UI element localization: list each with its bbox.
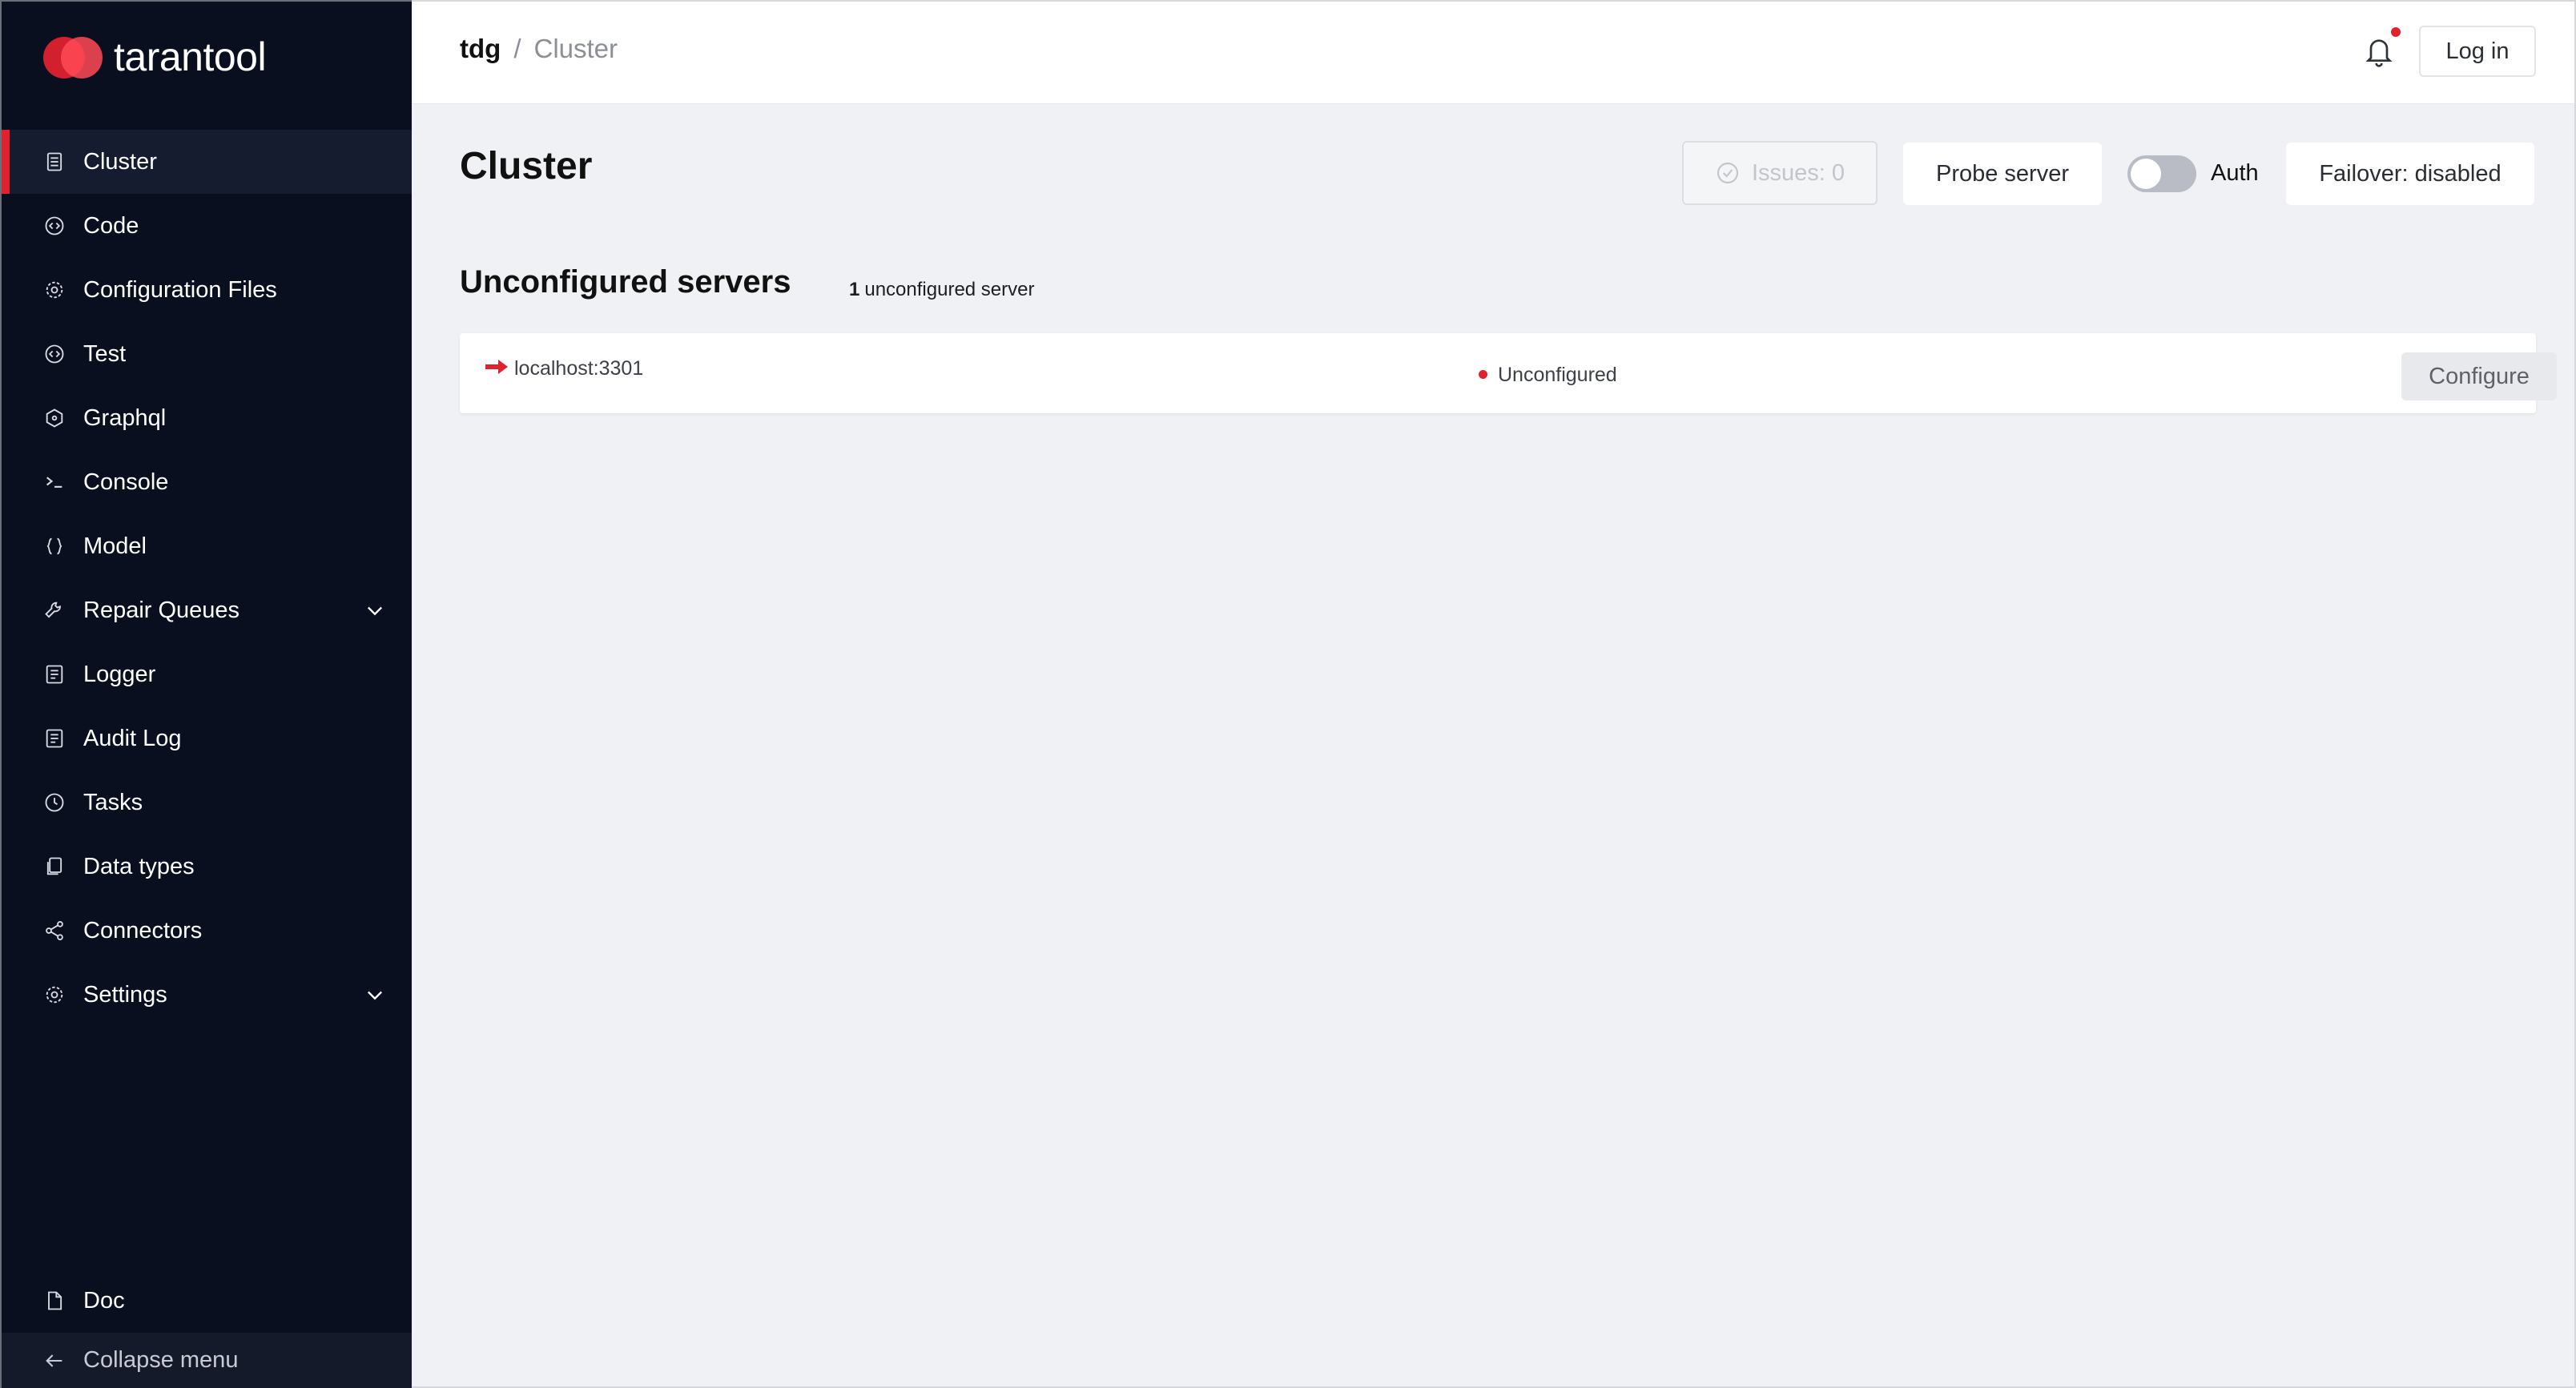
main-content: Cluster Issues: 0 Probe server Auth Fail…	[412, 104, 2576, 1388]
tarantool-logo-icon	[38, 29, 107, 85]
section-count-number: 1	[849, 279, 860, 300]
braces-icon	[43, 535, 66, 557]
arrow-left-icon	[43, 1350, 66, 1372]
sidebar-item-label: Logger	[83, 661, 156, 687]
top-header: tdg / Cluster Log in	[412, 0, 2576, 104]
issues-button[interactable]: Issues: 0	[1682, 141, 1878, 205]
wrench-icon	[43, 599, 66, 622]
notification-dot	[2391, 27, 2401, 37]
clock-icon	[43, 791, 66, 814]
collapse-menu-label: Collapse menu	[83, 1347, 239, 1373]
sidebar-item-label: Cluster	[83, 148, 157, 175]
sidebar-item-label: Test	[83, 340, 127, 367]
sidebar-item-graphql[interactable]: Graphql	[2, 386, 412, 450]
sidebar-item-label: Code	[83, 212, 139, 239]
sidebar-item-label: Model	[83, 533, 147, 559]
sidebar-item-doc[interactable]: Doc	[2, 1269, 412, 1333]
failover-button[interactable]: Failover: disabled	[2286, 143, 2534, 205]
toggle-knob	[2131, 159, 2161, 189]
configure-button[interactable]: Configure	[2401, 352, 2557, 400]
server-status: Unconfigured	[1498, 364, 1617, 386]
log-icon	[43, 727, 66, 750]
sidebar-item-label: Tasks	[83, 789, 143, 815]
page-title: Cluster	[460, 145, 593, 187]
sidebar-item-label: Repair Queues	[83, 597, 240, 623]
gear-icon	[43, 984, 66, 1006]
sidebar-item-console[interactable]: Console	[2, 450, 412, 514]
status-dot	[1479, 370, 1487, 379]
server-address: localhost:3301	[514, 357, 644, 380]
breadcrumb-separator: /	[513, 34, 521, 63]
arrow-right-icon	[484, 357, 509, 376]
code-icon	[43, 215, 66, 237]
breadcrumb-current: Cluster	[533, 34, 618, 63]
sidebar-item-label: Settings	[83, 981, 167, 1008]
sidebar-bottom: Doc	[2, 1269, 412, 1333]
login-button[interactable]: Log in	[2419, 26, 2536, 77]
sidebar: tarantool Cluster Code Configuration Fil…	[0, 0, 412, 1388]
log-icon	[43, 663, 66, 686]
sidebar-item-settings[interactable]: Settings	[2, 963, 412, 1027]
sidebar-item-code[interactable]: Code	[2, 194, 412, 258]
sidebar-item-logger[interactable]: Logger	[2, 642, 412, 706]
chevron-down-icon[interactable]	[364, 984, 386, 1006]
sidebar-item-connectors[interactable]: Connectors	[2, 899, 412, 963]
sidebar-item-label: Audit Log	[83, 725, 182, 751]
sidebar-nav: Cluster Code Configuration Files Test Gr…	[2, 130, 412, 1027]
check-circle-icon	[1715, 160, 1741, 186]
sidebar-item-test[interactable]: Test	[2, 322, 412, 386]
server-icon	[43, 151, 66, 173]
breadcrumb: tdg / Cluster	[460, 34, 618, 64]
logo-text: tarantool	[114, 34, 267, 79]
section-count-label: unconfigured server	[864, 279, 1035, 300]
sidebar-item-label: Configuration Files	[83, 276, 277, 303]
server-row: localhost:3301 Unconfigured Configure	[460, 333, 2557, 413]
sidebar-item-label: Graphql	[83, 404, 167, 431]
document-icon	[43, 1289, 66, 1312]
logo[interactable]: tarantool	[38, 29, 267, 85]
breadcrumb-root[interactable]: tdg	[460, 34, 501, 64]
section-title: Unconfigured servers	[460, 264, 791, 300]
sidebar-item-tasks[interactable]: Tasks	[2, 770, 412, 835]
graphql-icon	[43, 407, 66, 429]
section-count: 1 unconfigured server	[849, 279, 1034, 301]
sidebar-item-repair-queues[interactable]: Repair Queues	[2, 578, 412, 642]
files-icon	[43, 855, 66, 878]
code-icon	[43, 343, 66, 365]
share-icon	[43, 919, 66, 942]
terminal-icon	[43, 471, 66, 493]
bell-icon[interactable]	[2363, 34, 2395, 69]
collapse-menu-button[interactable]: Collapse menu	[2, 1333, 412, 1388]
auth-label: Auth	[2211, 160, 2259, 186]
sidebar-item-model[interactable]: Model	[2, 514, 412, 578]
sidebar-item-configuration-files[interactable]: Configuration Files	[2, 258, 412, 322]
sidebar-item-label: Console	[83, 469, 169, 495]
auth-toggle[interactable]	[2127, 155, 2196, 192]
gear-icon	[43, 279, 66, 301]
chevron-down-icon[interactable]	[364, 599, 386, 622]
sidebar-item-label: Doc	[83, 1287, 125, 1314]
sidebar-item-label: Data types	[83, 853, 195, 879]
app-root: tarantool Cluster Code Configuration Fil…	[0, 0, 2576, 1388]
probe-server-button[interactable]: Probe server	[1903, 143, 2102, 205]
sidebar-item-label: Connectors	[83, 917, 203, 943]
sidebar-item-cluster[interactable]: Cluster	[2, 130, 412, 194]
issues-label: Issues: 0	[1751, 159, 1845, 186]
sidebar-item-data-types[interactable]: Data types	[2, 835, 412, 899]
sidebar-item-audit-log[interactable]: Audit Log	[2, 706, 412, 770]
